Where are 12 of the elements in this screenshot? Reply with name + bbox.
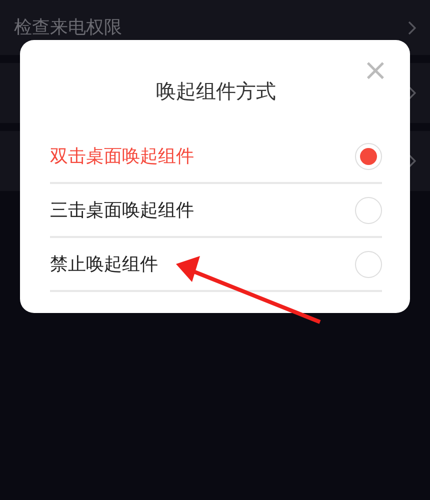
dialog-title: 唤起组件方式	[155, 78, 277, 105]
close-button[interactable]: ×	[362, 56, 388, 86]
option-label[interactable]: 三击桌面唤起组件	[50, 196, 194, 224]
chevron-icon	[408, 20, 416, 34]
radio-button[interactable]	[355, 196, 382, 224]
option-label[interactable]: 禁止唤起组件	[50, 250, 158, 278]
chevron-icon	[408, 154, 416, 168]
option-label[interactable]: 双击桌面唤起组件	[50, 142, 194, 170]
radio-button[interactable]	[355, 142, 382, 170]
row-label: 检查来电权限	[14, 16, 122, 40]
chevron-icon	[408, 86, 416, 100]
radio-button[interactable]	[355, 250, 382, 278]
